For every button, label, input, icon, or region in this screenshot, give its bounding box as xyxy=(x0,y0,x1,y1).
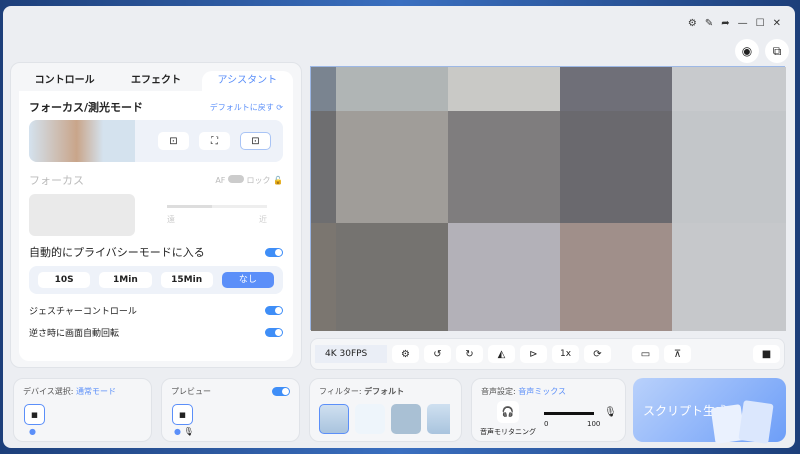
filter-panel: フィルター: デフォルト xyxy=(309,378,462,442)
control-bar: 4K 30FPS ⚙ ↺ ↻ ◭ ⊳ 1x ⟳ ▭ ⊼ ■ xyxy=(310,338,785,370)
zoom-button[interactable]: 1x xyxy=(552,345,579,363)
face-metering-button[interactable]: ⊡ xyxy=(240,132,271,150)
camera-preview xyxy=(310,66,786,331)
maximize-icon[interactable]: ☐ xyxy=(756,18,765,29)
focus-slider[interactable] xyxy=(167,205,267,208)
preview-pixel xyxy=(336,111,448,223)
face-focus-button[interactable]: ⊡ xyxy=(158,132,189,150)
mic-icon[interactable]: 🎙 xyxy=(184,427,194,436)
share-icon[interactable]: ➦ xyxy=(721,18,729,29)
rotate-label: 逆さ時に画面自動回転 xyxy=(29,329,120,339)
flip-horizontal-icon[interactable]: ◭ xyxy=(488,345,515,363)
focus-title: フォーカス xyxy=(29,174,84,187)
center-focus-button[interactable]: ⛶ xyxy=(199,132,230,150)
focus-image xyxy=(29,194,135,236)
privacy-option-10s[interactable]: 10S xyxy=(38,272,91,288)
rotate-toggle[interactable] xyxy=(265,328,283,337)
mic-icon[interactable]: 🎙 xyxy=(604,407,617,418)
preview-panel: プレビュー ▪ ● 🎙 xyxy=(161,378,300,442)
camera-device[interactable]: ▪ xyxy=(24,404,45,425)
privacy-option-none[interactable]: なし xyxy=(221,272,274,288)
tab-effect[interactable]: エフェクト xyxy=(110,71,201,91)
preview-pixel xyxy=(336,223,448,331)
titlebar-controls: ⚙ ✎ ➦ — ☐ ✕ xyxy=(688,18,781,29)
flip-vertical-icon[interactable]: ⊳ xyxy=(520,345,547,363)
filter-thumb[interactable] xyxy=(355,404,385,434)
gesture-label: ジェスチャーコントロール xyxy=(29,307,137,317)
privacy-option-1min[interactable]: 1Min xyxy=(99,272,152,288)
rotate-right-icon[interactable]: ↻ xyxy=(456,345,483,363)
screen-icon[interactable]: ▭ xyxy=(632,345,659,363)
webcam-icon[interactable]: ◉ xyxy=(735,39,759,63)
audio-mode[interactable]: 音声ミックス xyxy=(518,387,566,396)
info-icon[interactable]: ● xyxy=(29,427,151,436)
record-video-icon[interactable]: ■ xyxy=(753,345,780,363)
focus-mode-title: フォーカス/測光モード xyxy=(29,101,144,114)
preview-pixel xyxy=(448,223,560,331)
device-mode[interactable]: 通常モード xyxy=(76,387,116,396)
privacy-title: 自動的にプライバシーモードに入る xyxy=(29,246,205,259)
close-icon[interactable]: ✕ xyxy=(773,18,781,29)
filter-thumb[interactable] xyxy=(391,404,421,434)
preview-pixel xyxy=(311,223,336,331)
lock-icon[interactable]: 🔓 xyxy=(273,176,283,185)
minimize-icon[interactable]: — xyxy=(738,18,748,29)
pip-icon[interactable]: ⧉ xyxy=(765,39,789,63)
doc-illustration xyxy=(738,400,774,444)
preview-pixel xyxy=(311,111,336,223)
settings-icon[interactable]: ⚙ xyxy=(392,345,419,363)
gear-icon[interactable]: ⚙ xyxy=(688,18,697,29)
preview-pixel xyxy=(560,223,672,331)
script-generate-button[interactable]: スクリプト生成 xyxy=(633,378,786,444)
preview-pixel xyxy=(311,67,336,111)
af-toggle[interactable] xyxy=(227,174,244,183)
pin-icon[interactable]: ✎ xyxy=(705,18,713,29)
headphone-icon[interactable]: 🎧 xyxy=(497,401,519,423)
volume-slider[interactable] xyxy=(544,412,594,415)
preview-pixel xyxy=(560,111,672,223)
preview-pixel xyxy=(560,67,672,111)
privacy-toggle[interactable] xyxy=(265,247,283,257)
reset-default-link[interactable]: デフォルトに戻す ⟳ xyxy=(210,102,283,113)
privacy-option-15min[interactable]: 15Min xyxy=(160,272,213,288)
face-image xyxy=(29,120,135,162)
reset-icon[interactable]: ⟳ xyxy=(584,345,611,363)
preview-pixel xyxy=(672,67,786,111)
preview-pixel xyxy=(672,111,786,223)
preview-device[interactable]: ▪ xyxy=(172,404,193,425)
filter-thumb[interactable] xyxy=(427,404,450,434)
filter-thumb[interactable] xyxy=(319,404,349,434)
monitor-label: 音声モリタニング xyxy=(480,428,536,436)
filter-value: デフォルト xyxy=(364,387,405,396)
resolution-select[interactable]: 4K 30FPS xyxy=(315,345,387,363)
preview-pixel xyxy=(336,67,448,111)
tab-control[interactable]: コントロール xyxy=(19,71,110,91)
rotate-left-icon[interactable]: ↺ xyxy=(424,345,451,363)
info-icon[interactable]: ● xyxy=(174,427,181,436)
tripod-icon[interactable]: ⊼ xyxy=(664,345,691,363)
preview-pixel xyxy=(448,67,560,111)
preview-pixel xyxy=(448,111,560,223)
settings-panel: コントロール エフェクト アシスタント フォーカス/測光モード デフォルトに戻す… xyxy=(10,62,302,368)
gesture-toggle[interactable] xyxy=(265,306,283,315)
preview-pixel xyxy=(672,223,786,331)
audio-panel: 音声設定: 音声ミックス 🎧 音声モリタニング 0 100 🎙 xyxy=(471,378,626,442)
tab-assistant[interactable]: アシスタント xyxy=(201,71,293,91)
device-panel: デバイス選択: 通常モード ▪ ● xyxy=(13,378,152,442)
preview-toggle[interactable] xyxy=(272,387,290,396)
